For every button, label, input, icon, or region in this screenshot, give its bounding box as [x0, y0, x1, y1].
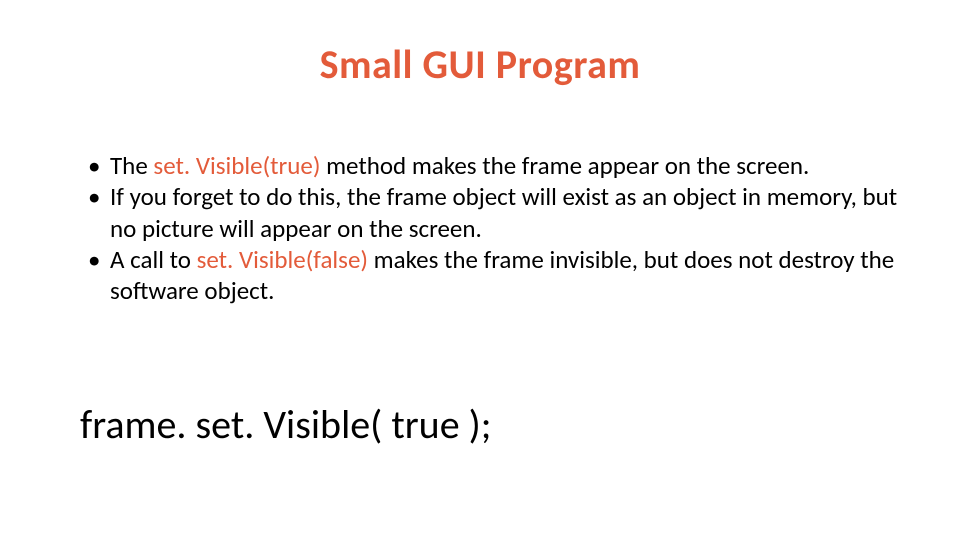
- bullet-text-highlight: set. Visible(true): [153, 150, 320, 181]
- bullet-text-pre: The: [110, 150, 153, 181]
- bullet-item: The set. Visible(true) method makes the …: [80, 150, 900, 181]
- bullet-text-pre: A call to: [110, 244, 197, 275]
- bullet-text: If you forget to do this, the frame obje…: [110, 181, 897, 243]
- bullet-text-highlight: set. Visible(false): [197, 244, 368, 275]
- bullet-list: The set. Visible(true) method makes the …: [80, 150, 900, 306]
- slide: Small GUI Program The set. Visible(true)…: [0, 0, 960, 540]
- slide-title: Small GUI Program: [0, 40, 960, 89]
- bullet-item: If you forget to do this, the frame obje…: [80, 181, 900, 244]
- bullet-text-post: method makes the frame appear on the scr…: [320, 150, 809, 181]
- bullet-item: A call to set. Visible(false) makes the …: [80, 244, 900, 307]
- code-line: frame. set. Visible( true );: [80, 400, 491, 449]
